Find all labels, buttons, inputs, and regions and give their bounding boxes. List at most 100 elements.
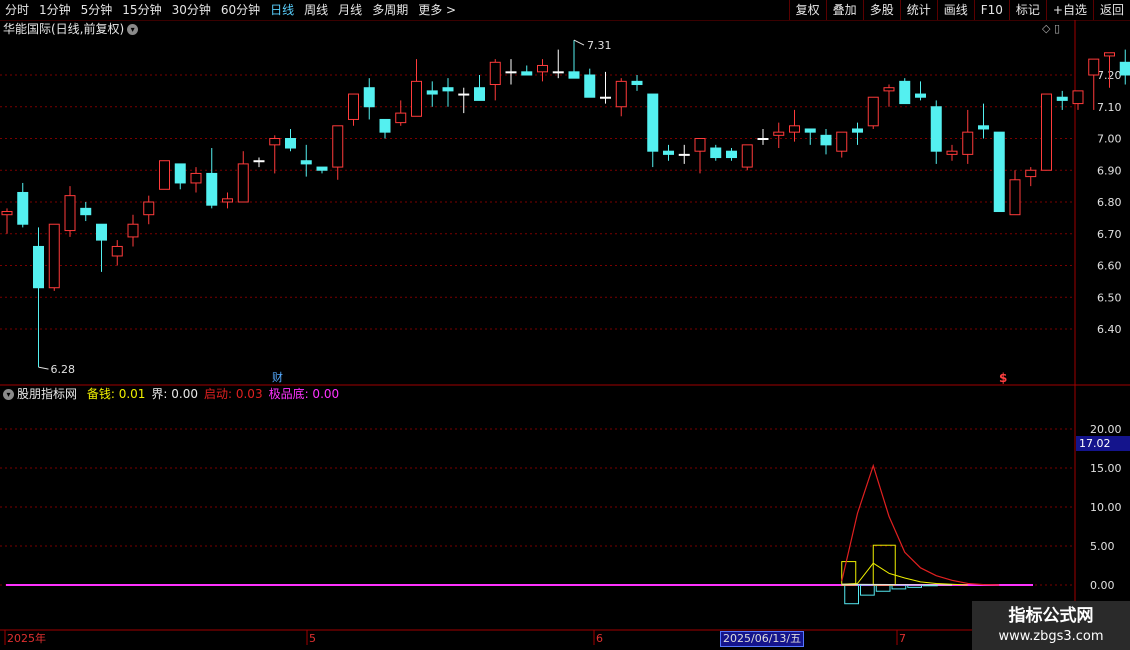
candle-body <box>710 147 722 159</box>
indicator-item-0: 备钱: 0.01 <box>86 387 146 401</box>
candle-body <box>159 160 170 190</box>
candle-body <box>426 90 438 95</box>
candle-body <box>993 131 1005 213</box>
candle-body <box>1009 179 1021 216</box>
candle-body <box>1088 58 1100 76</box>
candle-body <box>395 112 407 124</box>
price-tick-label: 6.80 <box>1097 196 1122 209</box>
finance-marker: 财 <box>272 370 283 384</box>
x-axis-label: 7 <box>899 632 906 645</box>
candle-body <box>678 153 690 156</box>
candle-body <box>1072 90 1084 105</box>
price-tick-label: 7.10 <box>1097 101 1122 114</box>
candle-body <box>600 96 611 99</box>
indicator-tick-label: 20.00 <box>1090 423 1122 436</box>
candle-body <box>300 160 312 165</box>
indicator-item-2: 启动: 0.03 <box>204 387 263 401</box>
candle-body <box>505 71 517 74</box>
indicator-item-1: 界: 0.00 <box>151 387 198 401</box>
candle-body <box>17 191 29 225</box>
candle-body <box>489 61 501 86</box>
candle-body <box>206 172 218 206</box>
candle-body <box>757 138 769 140</box>
x-axis-label: 2025年 <box>7 631 46 645</box>
candle-body <box>237 163 249 203</box>
candle-body <box>694 138 706 152</box>
candle-body <box>379 118 391 133</box>
candle-body <box>1041 93 1052 171</box>
candle-body <box>883 87 895 92</box>
watermark-title: 指标公式网 <box>1008 606 1094 626</box>
indicator-cyan-bar <box>907 584 922 588</box>
candle-body <box>663 150 674 155</box>
candle-body <box>253 160 265 163</box>
candle-body <box>442 87 454 92</box>
indicator-name: 股朋指标网 <box>17 387 78 401</box>
candle-body <box>615 80 627 108</box>
indicator-title: ▾ 股朋指标网 备钱: 0.01 界: 0.00 启动: 0.03 极品底: 0.00 <box>3 387 343 401</box>
price-tick-label: 7.00 <box>1097 133 1122 146</box>
candle-body <box>915 93 926 98</box>
price-tick-label: 6.50 <box>1097 291 1122 304</box>
price-tick-label: 6.70 <box>1097 228 1122 241</box>
price-tick-label: 6.90 <box>1097 164 1122 177</box>
candle-body <box>1104 52 1115 57</box>
candle-body <box>348 93 359 120</box>
candle-body <box>584 74 596 98</box>
low-price-label: 6.28 <box>51 363 76 376</box>
low-marker-line <box>38 366 49 370</box>
dividend-marker: $ <box>999 371 1007 385</box>
candle-body <box>64 195 76 232</box>
candle-body <box>143 201 155 216</box>
x-axis-label: 5 <box>309 632 316 645</box>
candle-body <box>174 163 186 184</box>
candle-body <box>1025 169 1037 178</box>
candle-body <box>111 245 123 257</box>
watermark-url: www.zbgs3.com <box>998 629 1104 644</box>
candle-body <box>930 106 942 152</box>
indicator-tick-label: 15.00 <box>1090 462 1122 475</box>
candle-body <box>127 223 139 238</box>
candle-body <box>820 134 832 146</box>
candle-body <box>48 223 60 289</box>
candle-body <box>647 93 659 152</box>
candle-body <box>411 80 422 117</box>
candle-body <box>726 150 737 159</box>
startup-line <box>841 463 1000 586</box>
price-tick-label: 6.40 <box>1097 323 1122 336</box>
candle-body <box>946 150 958 155</box>
candle-body <box>33 245 44 289</box>
candle-body <box>568 71 580 79</box>
candle-body <box>836 131 848 152</box>
indicator-values: 备钱: 0.01 界: 0.00 启动: 0.03 极品底: 0.00 <box>83 387 341 401</box>
indicator-cyan-bar <box>860 584 875 596</box>
candle-body <box>96 223 107 241</box>
indicator-tick-label: 5.00 <box>1090 540 1115 553</box>
candle-body <box>80 207 92 216</box>
candle-body <box>899 80 911 105</box>
candle-body <box>773 131 785 136</box>
candle-body <box>363 87 375 108</box>
candle-body <box>852 128 863 133</box>
candle-body <box>537 64 548 73</box>
candle-body <box>332 125 344 168</box>
candle-body <box>631 80 643 86</box>
kline-chart: 7.207.107.006.906.806.706.606.506.4020.0… <box>0 20 1130 650</box>
reserve-line <box>841 562 968 586</box>
candle-body <box>789 125 800 133</box>
candle-body <box>741 144 753 168</box>
candle-body <box>269 138 281 146</box>
candle-body <box>285 138 296 149</box>
indicator-item-3: 极品底: 0.00 <box>268 387 340 401</box>
candle-body <box>190 172 202 184</box>
price-tick-label: 6.60 <box>1097 260 1122 273</box>
high-marker-line <box>573 39 585 46</box>
candle-body <box>978 125 989 130</box>
candle-body <box>458 93 470 96</box>
high-price-label: 7.31 <box>587 39 612 52</box>
chevron-down-icon[interactable]: ▾ <box>3 389 14 400</box>
candle-body <box>316 166 328 171</box>
x-axis-label: 6 <box>596 632 603 645</box>
indicator-tick-label: 0.00 <box>1090 579 1115 592</box>
indicator-tick-label: 10.00 <box>1090 501 1122 514</box>
